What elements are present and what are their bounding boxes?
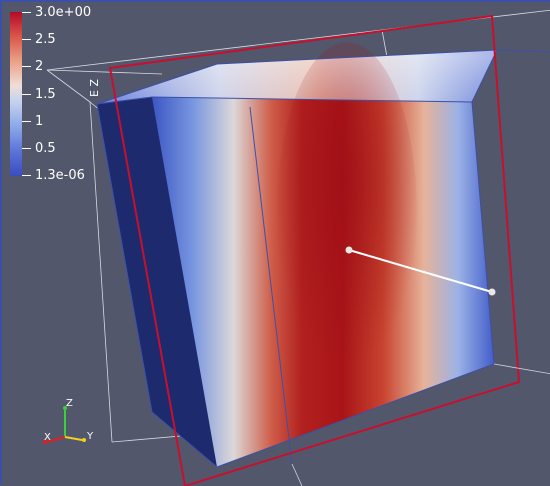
colorbar-tick [22, 66, 31, 67]
scene-3d[interactable] [2, 2, 550, 486]
colorbar-label: 1.5 [35, 87, 56, 102]
colorbar-tick [22, 121, 31, 122]
colorbar-gradient [10, 12, 22, 176]
y-axis [64, 436, 83, 441]
colorbar-tick [22, 148, 31, 149]
x-axis-label: X [44, 432, 51, 443]
colorbar-label: 2.5 [35, 32, 56, 47]
colorbar-tick [22, 94, 31, 95]
probe-handle-end[interactable] [488, 288, 496, 296]
z-axis-label: Z [66, 398, 73, 409]
y-axis-label: Y [87, 431, 94, 442]
colorbar-tick [22, 175, 31, 176]
colorbar-label: 0.5 [35, 141, 56, 156]
probe-handle-start[interactable] [345, 246, 353, 254]
colorbar-label: 1 [35, 114, 44, 129]
colorbar-tick [22, 39, 31, 40]
hot-core-glow [277, 42, 417, 382]
colorbar-label-max: 3.0e+00 [35, 5, 92, 20]
colorbar-title: E Z [88, 79, 101, 97]
colorbar-tick [22, 12, 31, 13]
colorbar-label: 2 [35, 59, 44, 74]
colorbar-label-min: 1.3e-06 [35, 168, 85, 183]
render-viewport[interactable]: Z X Y 3.0e+00 2.5 2 1.5 1 0.5 1.3e-06 E … [0, 0, 550, 486]
